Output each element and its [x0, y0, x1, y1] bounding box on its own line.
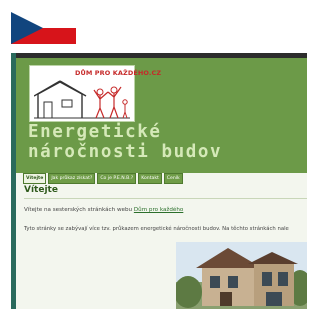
divider: [24, 198, 307, 199]
nav-item-jak-prukaz-ziskat[interactable]: Jak průkaz získat?: [48, 173, 96, 184]
main-nav: Vítejte Jak průkaz získat? Co je P.E.N.B…: [23, 173, 183, 184]
dum-pro-kazdeho-link[interactable]: Dům pro každého: [134, 207, 183, 213]
description-paragraph: Tyto stránky se zabývají více tzv. průka…: [24, 226, 289, 232]
site-title-line1: Energetické: [28, 122, 162, 142]
intro-paragraph: Vítejte na sesterských stránkách webu Dů…: [24, 207, 183, 213]
site-title: Energetické náročnosti budov: [28, 122, 222, 162]
site-title-line2: náročnosti budov: [28, 142, 223, 162]
nav-item-cenik[interactable]: Ceník: [163, 173, 183, 184]
nav-item-vitejte[interactable]: Vítejte: [23, 173, 47, 184]
site-logo[interactable]: DŮM PRO KAŽDÉHO.CZ: [29, 65, 161, 122]
page-title: Vítejte: [24, 185, 58, 195]
site-header: DŮM PRO KAŽDÉHO.CZ Energetické náročnost…: [16, 58, 307, 173]
czech-flag-icon: [11, 12, 76, 44]
nav-item-co-je-penb[interactable]: Co je P.E.N.B.?: [97, 173, 137, 184]
logo-text: DŮM PRO KAŽDÉHO.CZ: [75, 69, 162, 77]
intro-text: Vítejte na sesterských stránkách webu: [24, 207, 134, 213]
house-photo: [176, 242, 307, 309]
house-family-icon: [34, 80, 130, 119]
main-content: Vítejte Jak průkaz získat? Co je P.E.N.B…: [16, 173, 307, 309]
nav-item-kontakt[interactable]: Kontakt: [138, 173, 162, 184]
